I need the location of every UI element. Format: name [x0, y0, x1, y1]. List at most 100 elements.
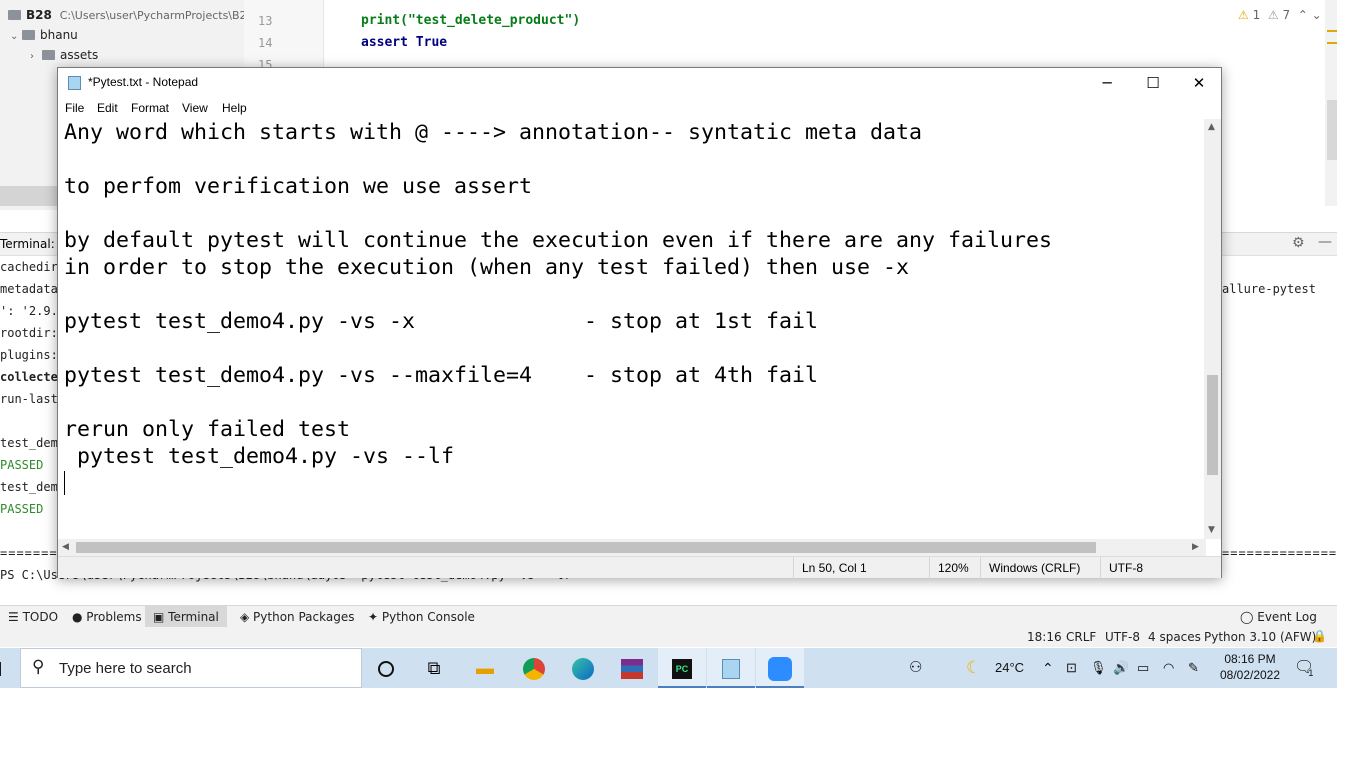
chrome-icon[interactable] [510, 648, 558, 688]
menu-bar: File Edit Format View Help [58, 98, 1221, 119]
panel-divider [0, 186, 60, 206]
text-editor[interactable]: Any word which starts with @ ----> annot… [58, 119, 1206, 539]
line-number: 13 [258, 14, 273, 28]
terminal-line: rootdir: [0, 326, 58, 340]
chevron-up-icon[interactable]: ⌃ [1042, 648, 1054, 688]
line-ending: Windows (CRLF) [980, 557, 1098, 579]
editor-line: pytest test_demo4.py -vs --lf [64, 444, 455, 469]
vertical-scroll-thumb[interactable] [1207, 375, 1218, 475]
notepad-icon [68, 76, 81, 90]
terminal-line: PASSED [0, 502, 44, 516]
console-icon: ✦ [368, 610, 382, 624]
pycharm-icon[interactable]: PC [658, 648, 706, 688]
indent-setting[interactable]: 4 spaces [1148, 630, 1201, 644]
horizontal-scrollbar[interactable]: ◀ ▶ [58, 539, 1206, 556]
editor-line: pytest test_demo4.py -vs --maxfile=4 - s… [64, 363, 819, 388]
maximize-button[interactable]: ☐ [1130, 68, 1176, 98]
editor-line: in order to stop the execution (when any… [64, 255, 910, 280]
zoom-icon[interactable] [756, 648, 804, 688]
editor-line: Any word which starts with @ ----> annot… [64, 120, 923, 145]
tool-window-bar: ☰ TODO ● Problems ▣ Terminal ◈ Python Pa… [0, 605, 1337, 628]
tab-problems[interactable]: ● Problems [64, 606, 150, 628]
python-interpreter[interactable]: Python 3.10 (AFW) [1204, 630, 1316, 644]
tree-item-assets[interactable]: › assets [30, 45, 98, 65]
tree-item-label: assets [60, 48, 99, 62]
microphone-icon[interactable]: 🎙 [1090, 648, 1107, 688]
terminal-line: collecte [0, 370, 58, 384]
terminal-icon: ▣ [153, 610, 169, 624]
tree-item-label: bhanu [40, 28, 78, 42]
scroll-down-icon[interactable]: ▼ [1208, 525, 1215, 535]
cortana-icon[interactable] [362, 648, 410, 688]
taskbar: ⚲ Type here to search ⧉ ▬ PC ⚇ ☾ 24°C ⌃ … [0, 648, 1337, 688]
info-icon: ● [72, 610, 87, 624]
terminal-line: metadata [0, 282, 58, 296]
weather-temperature[interactable]: 24°C [995, 648, 1024, 688]
chevron-down-icon: ⌄ [10, 31, 19, 42]
warning-icon: ⚠ [1238, 8, 1249, 22]
winrar-icon[interactable] [608, 648, 656, 688]
wifi-icon[interactable]: ◠ [1163, 648, 1174, 688]
clock[interactable]: 08:16 PM 08/02/2022 [1212, 651, 1288, 683]
menu-format[interactable]: Format [131, 101, 169, 115]
terminal-line: test_dem [0, 480, 58, 494]
gear-icon[interactable]: ⚙ [1292, 235, 1305, 251]
volume-icon[interactable]: 🔊 [1113, 648, 1129, 688]
line-number: 14 [258, 36, 273, 50]
project-root-row[interactable]: B28 C:\Users\user\PycharmProjects\B28 [8, 5, 254, 25]
tab-todo[interactable]: ☰ TODO [0, 606, 66, 628]
meet-now-icon[interactable]: ⊡ [1066, 648, 1077, 688]
line-separator[interactable]: CRLF [1066, 630, 1096, 644]
minimize-button[interactable]: ─ [1084, 68, 1130, 98]
minimize-panel-icon[interactable]: — [1318, 234, 1332, 250]
tab-label: Event Log [1257, 610, 1317, 624]
notification-count: 1 [1308, 668, 1314, 678]
chevron-down-icon[interactable]: ⌄ [1312, 8, 1322, 22]
terminal-label: Terminal: [0, 237, 55, 251]
start-button[interactable] [0, 648, 10, 688]
close-button[interactable]: ✕ [1176, 68, 1222, 98]
menu-edit[interactable]: Edit [97, 101, 118, 115]
weather-icon[interactable]: ☾ [966, 648, 981, 688]
tab-python-console[interactable]: ✦ Python Console [360, 606, 483, 628]
terminal-line: ': '2.9. [0, 304, 58, 318]
chevron-right-icon: › [30, 51, 34, 62]
menu-view[interactable]: View [182, 101, 208, 115]
notepad-title-bar[interactable]: *Pytest.txt - Notepad ─ ☐ ✕ [58, 68, 1221, 98]
scroll-left-icon[interactable]: ◀ [62, 542, 69, 552]
inspection-widget[interactable]: ⚠ 1 ⚠ 7 ⌃ ⌄ [1238, 8, 1322, 22]
menu-help[interactable]: Help [222, 101, 247, 115]
tab-label: Terminal [168, 610, 219, 624]
text-caret [64, 471, 65, 495]
notification-icon[interactable]: 🗨1 [1294, 648, 1319, 688]
clock-time: 08:16 PM [1224, 652, 1276, 666]
notepad-taskbar-icon[interactable] [707, 648, 755, 688]
scroll-right-icon[interactable]: ▶ [1192, 542, 1199, 552]
caret-position[interactable]: 18:16 [1027, 630, 1062, 644]
project-name: B28 [26, 8, 52, 22]
task-view-icon[interactable]: ⧉ [410, 648, 458, 688]
search-box[interactable]: ⚲ Type here to search [20, 648, 362, 688]
file-encoding[interactable]: UTF-8 [1105, 630, 1140, 644]
lock-icon[interactable]: 🔒 [1312, 629, 1327, 643]
weak-warning-count: 7 [1282, 8, 1291, 22]
pen-icon[interactable]: ✎ [1188, 648, 1199, 688]
horizontal-scroll-thumb[interactable] [76, 542, 1096, 553]
terminal-line: plugins: [0, 348, 58, 362]
edge-icon[interactable] [559, 648, 607, 688]
tab-label: Python Packages [253, 610, 355, 624]
tab-terminal[interactable]: ▣ Terminal [145, 606, 227, 628]
tree-item-bhanu[interactable]: ⌄ bhanu [10, 25, 78, 45]
event-log-button[interactable]: ◯ Event Log [1232, 606, 1325, 628]
packages-icon: ◈ [240, 610, 254, 624]
chevron-up-icon[interactable]: ⌃ [1298, 8, 1308, 22]
menu-file[interactable]: File [65, 101, 84, 115]
people-icon[interactable]: ⚇ [909, 648, 922, 688]
cursor-position: Ln 50, Col 1 [793, 557, 927, 579]
tab-python-packages[interactable]: ◈ Python Packages [232, 606, 362, 628]
vertical-scrollbar[interactable]: ▲ ▼ [1204, 119, 1221, 539]
scroll-up-icon[interactable]: ▲ [1208, 122, 1215, 132]
clock-date: 08/02/2022 [1219, 668, 1281, 682]
battery-icon[interactable]: ▭ [1137, 648, 1149, 688]
file-explorer-icon[interactable]: ▬ [461, 648, 509, 688]
